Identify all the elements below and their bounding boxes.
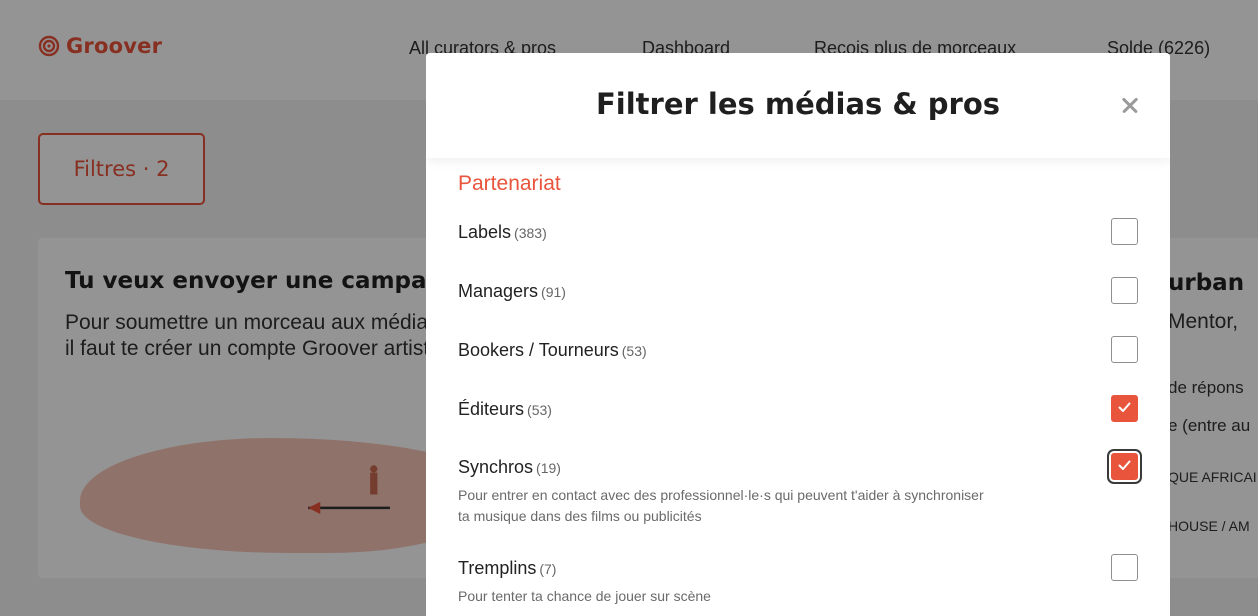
option-label: Bookers / Tourneurs: [458, 340, 619, 360]
checkbox-bookers[interactable]: [1111, 336, 1138, 363]
option-count: (19): [536, 460, 561, 476]
option-label: Tremplins: [458, 558, 537, 578]
checkmark-icon: [1118, 460, 1131, 470]
checkbox-tremplins[interactable]: [1111, 554, 1138, 581]
filter-option-synchros[interactable]: Synchros (19) Pour entrer en contact avec…: [458, 453, 1138, 527]
checkbox-labels[interactable]: [1111, 218, 1138, 245]
option-count: (7): [539, 561, 557, 577]
section-title-partenariat: Partenariat: [458, 172, 561, 195]
checkbox-editeurs[interactable]: [1111, 395, 1138, 422]
filter-option-managers[interactable]: Managers (91): [458, 277, 1138, 304]
option-count: (53): [621, 343, 647, 359]
modal-header: Filtrer les médias & pros: [426, 53, 1170, 158]
option-count: (53): [527, 402, 552, 418]
checkbox-managers[interactable]: [1111, 277, 1138, 304]
filter-option-editeurs[interactable]: Éditeurs (53): [458, 395, 1138, 422]
filter-option-labels[interactable]: Labels (383): [458, 218, 1138, 245]
checkbox-synchros[interactable]: [1111, 453, 1138, 480]
option-count: (383): [514, 225, 547, 241]
close-icon[interactable]: [1115, 90, 1145, 120]
filter-option-tremplins[interactable]: Tremplins (7) Pour tenter ta chance de jo…: [458, 554, 1138, 607]
checkmark-icon: [1118, 402, 1131, 412]
filter-modal: Filtrer les médias & pros Partenariat La…: [426, 53, 1170, 616]
option-label: Managers: [458, 281, 539, 301]
option-description: Pour tenter ta chance de jouer sur scène: [458, 588, 711, 604]
option-description: Pour entrer en contact avec des professi…: [458, 487, 984, 524]
modal-title: Filtrer les médias & pros: [595, 87, 1001, 121]
option-label: Labels: [458, 222, 512, 242]
filter-option-bookers[interactable]: Bookers / Tourneurs (53): [458, 336, 1138, 363]
option-label: Synchros: [458, 457, 534, 477]
option-label: Éditeurs: [458, 399, 525, 419]
option-count: (91): [541, 284, 566, 300]
